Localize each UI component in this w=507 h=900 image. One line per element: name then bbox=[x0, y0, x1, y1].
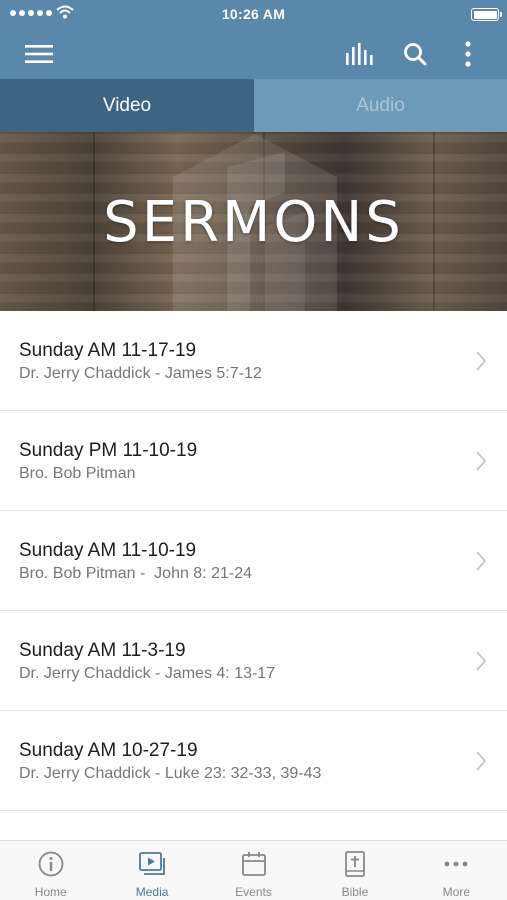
sermon-subtitle: Dr. Jerry Chaddick - James 4: 13-17 bbox=[19, 665, 276, 682]
chevron-right-icon bbox=[476, 451, 487, 471]
sermon-title: Sunday AM 11-17-19 bbox=[19, 340, 197, 361]
sermon-subtitle: Bro. Bob Pitman - John 8: 21-24 bbox=[19, 565, 253, 582]
sermon-list-item[interactable]: Sunday PM 11-10-19 Bro. Bob Pitman bbox=[0, 411, 507, 511]
chevron-right-icon bbox=[476, 351, 487, 371]
chevron-right-icon bbox=[476, 651, 487, 671]
sermon-list-item[interactable]: Sunday AM 11-17-19 Dr. Jerry Chaddick - … bbox=[0, 311, 507, 411]
bottom-tab-bar: Home Media Events Bible More bbox=[0, 840, 507, 900]
sermon-list-item[interactable]: Sunday AM 11-10-19 Bro. Bob Pitman - Joh… bbox=[0, 511, 507, 611]
sermon-subtitle: Bro. Bob Pitman bbox=[19, 465, 136, 482]
app-toolbar bbox=[0, 28, 507, 79]
nav-more-label: More bbox=[442, 885, 470, 899]
sermon-subtitle: Dr. Jerry Chaddick - James 5:7-12 bbox=[19, 365, 262, 382]
search-button[interactable] bbox=[397, 36, 433, 72]
search-icon bbox=[404, 43, 427, 66]
menu-button[interactable] bbox=[21, 36, 57, 72]
sermon-list-item[interactable]: Sunday AM 11-3-19 Dr. Jerry Chaddick - J… bbox=[0, 611, 507, 711]
banner-title: SERMONS bbox=[103, 190, 404, 255]
nav-events[interactable]: Events bbox=[203, 841, 304, 900]
battery-icon bbox=[471, 8, 502, 21]
more-options-button[interactable] bbox=[450, 36, 486, 72]
sermons-banner: SERMONS bbox=[0, 132, 507, 311]
nav-home[interactable]: Home bbox=[0, 841, 101, 900]
nav-events-label: Events bbox=[235, 885, 272, 899]
hamburger-menu-icon bbox=[25, 45, 53, 63]
media-play-icon bbox=[139, 852, 166, 875]
audio-bars-button[interactable] bbox=[342, 36, 378, 72]
chevron-right-icon bbox=[476, 751, 487, 771]
nav-bible[interactable]: Bible bbox=[304, 841, 405, 900]
status-time: 10:26 AM bbox=[221, 6, 286, 22]
nav-home-label: Home bbox=[34, 885, 67, 899]
nav-media-label: Media bbox=[135, 885, 169, 899]
sermon-title: Sunday PM 11-10-19 bbox=[19, 440, 198, 461]
info-circle-icon bbox=[38, 851, 64, 877]
tab-audio[interactable]: Audio bbox=[254, 79, 507, 132]
sermon-title: Sunday AM 11-3-19 bbox=[19, 640, 186, 661]
sermon-title: Sunday AM 11-10-19 bbox=[19, 540, 197, 561]
vertical-dots-icon bbox=[465, 41, 471, 67]
sermon-subtitle: Dr. Jerry Chaddick - Luke 23: 32-33, 39-… bbox=[19, 765, 322, 782]
sermon-list: Sunday AM 11-17-19 Dr. Jerry Chaddick - … bbox=[0, 311, 507, 811]
media-tabs: Video Audio bbox=[0, 79, 507, 132]
sermon-title: Sunday AM 10-27-19 bbox=[19, 740, 198, 761]
tab-video[interactable]: Video bbox=[0, 79, 254, 132]
nav-more[interactable]: More bbox=[406, 841, 507, 900]
nav-media[interactable]: Media bbox=[101, 841, 202, 900]
sermon-list-item[interactable]: Sunday AM 10-27-19 Dr. Jerry Chaddick - … bbox=[0, 711, 507, 811]
calendar-icon bbox=[241, 852, 266, 876]
nav-bible-label: Bible bbox=[341, 885, 369, 899]
status-bar: 10:26 AM bbox=[0, 0, 507, 28]
bible-icon bbox=[345, 851, 365, 877]
audio-bars-icon bbox=[346, 43, 373, 65]
horizontal-dots-icon bbox=[444, 861, 468, 867]
chevron-right-icon bbox=[476, 551, 487, 571]
